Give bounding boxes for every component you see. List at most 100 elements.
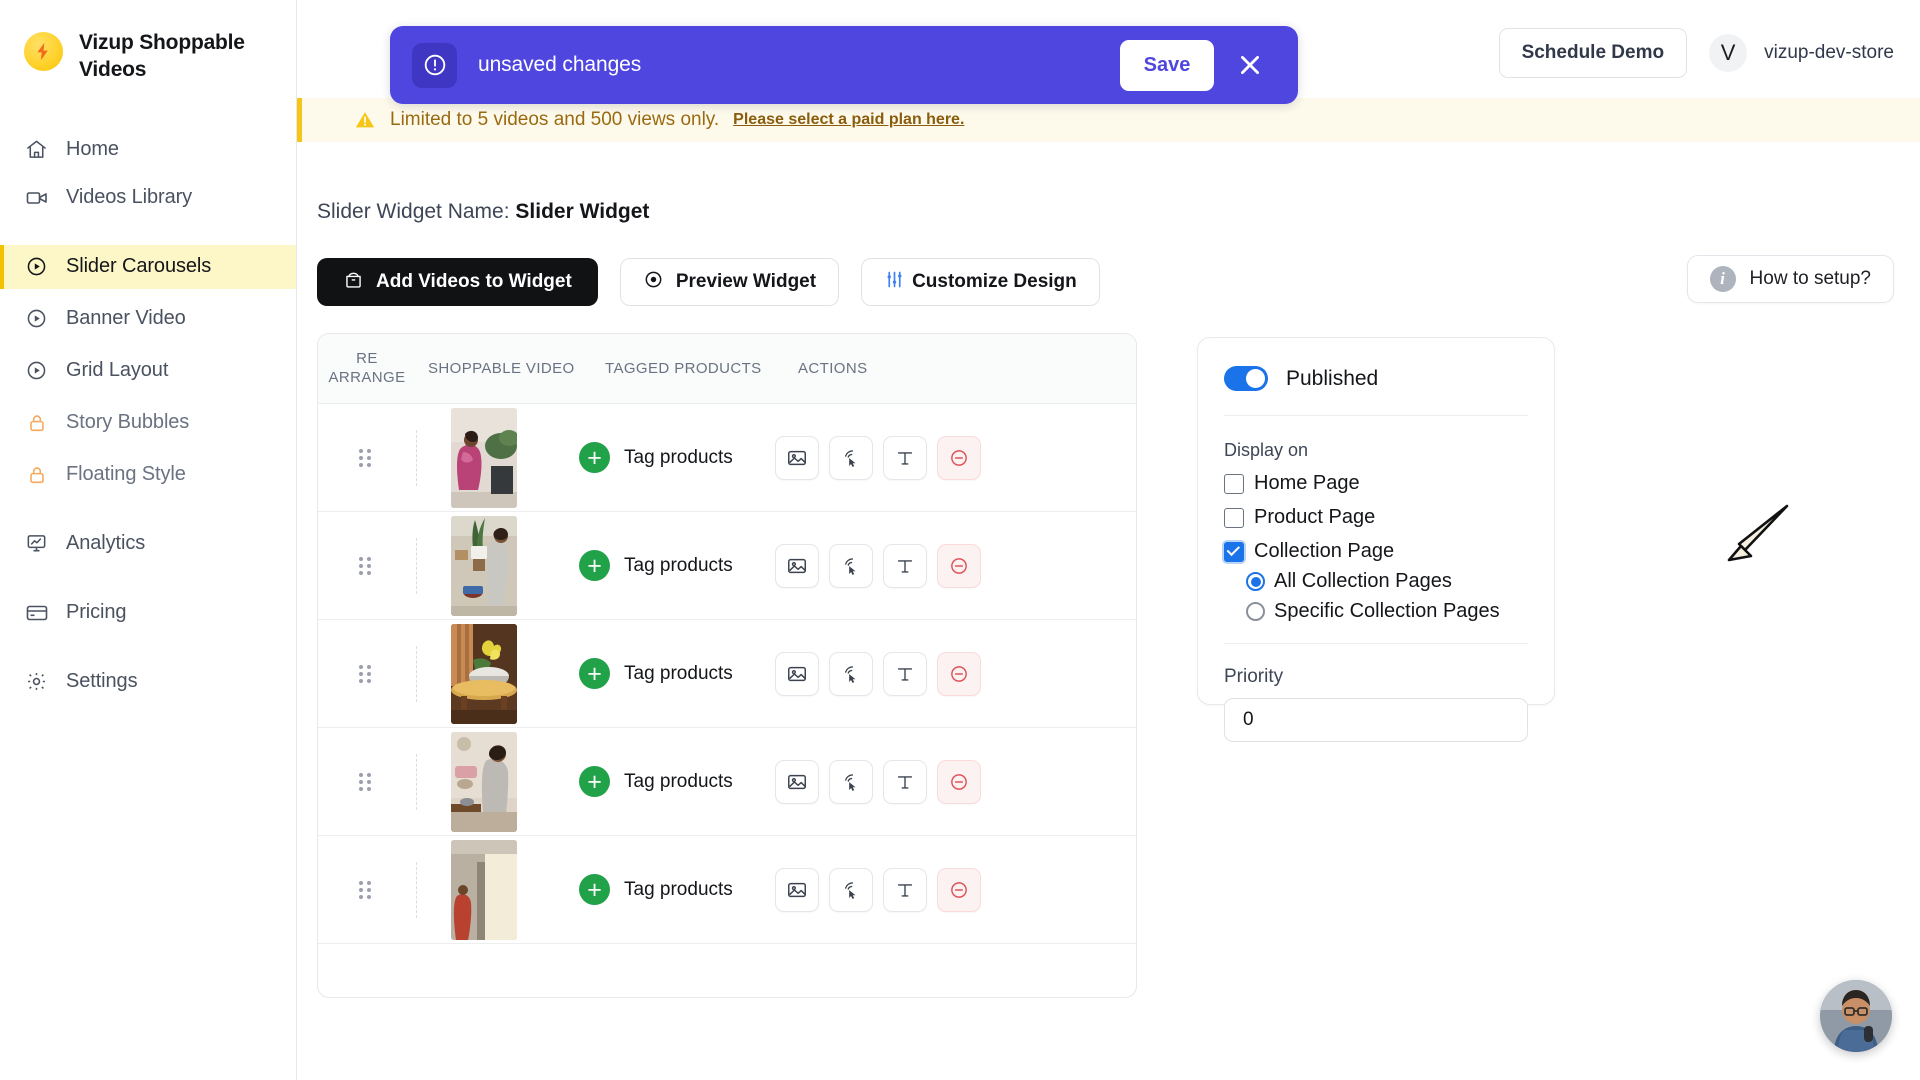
tag-products-cell[interactable]: Tag products (579, 442, 775, 473)
sidebar-item-floating-style[interactable]: Floating Style (0, 453, 296, 497)
drag-handle-icon[interactable] (318, 449, 416, 467)
tag-products-cell[interactable]: Tag products (579, 550, 775, 581)
schedule-demo-button[interactable]: Schedule Demo (1499, 28, 1688, 78)
row-actions (775, 544, 981, 588)
checkbox-icon[interactable] (1224, 508, 1244, 528)
plan-limit-notice: Limited to 5 videos and 500 views only. … (297, 98, 1920, 142)
support-chat-button[interactable] (1820, 980, 1892, 1052)
drag-handle-icon[interactable] (318, 773, 416, 791)
page-title: Slider Widget Name: Slider Widget (317, 200, 649, 224)
image-icon[interactable] (775, 652, 819, 696)
sidebar-item-settings[interactable]: Settings (0, 660, 296, 704)
add-videos-to-widget-button[interactable]: Add Videos to Widget (317, 258, 598, 306)
text-icon[interactable] (883, 760, 927, 804)
remove-icon[interactable] (937, 868, 981, 912)
shoppable-videos-table: RE ARRANGE SHOPPABLE VIDEO TAGGED PRODUC… (317, 333, 1137, 998)
published-toggle-row[interactable]: Published (1224, 366, 1528, 391)
image-icon[interactable] (775, 544, 819, 588)
sidebar-item-label: Banner Video (66, 307, 186, 330)
sidebar-item-slider-carousels[interactable]: Slider Carousels (0, 245, 296, 289)
sidebar-item-label: Floating Style (66, 463, 186, 486)
tag-products-label: Tag products (624, 879, 733, 901)
sidebar-item-home[interactable]: Home (0, 128, 296, 172)
checkbox-checked-icon[interactable] (1224, 542, 1244, 562)
plus-icon (579, 550, 610, 581)
sliders-icon (884, 269, 905, 296)
remove-icon[interactable] (937, 544, 981, 588)
brand[interactable]: Vizup Shoppable Videos (0, 30, 296, 84)
divider (1224, 415, 1528, 416)
row-divider (416, 538, 417, 594)
image-icon[interactable] (775, 868, 819, 912)
image-icon[interactable] (775, 760, 819, 804)
radio-label: All Collection Pages (1274, 570, 1452, 593)
video-thumbnail-cell[interactable] (451, 624, 579, 724)
checkbox-home-page[interactable]: Home Page (1224, 472, 1528, 495)
sidebar-item-pricing[interactable]: Pricing (0, 591, 296, 635)
published-toggle[interactable] (1224, 366, 1268, 391)
drag-handle-icon[interactable] (318, 665, 416, 683)
credit-card-icon (24, 600, 49, 625)
divider (1224, 643, 1528, 644)
column-header-rearrange: RE ARRANGE (318, 350, 416, 388)
tap-cursor-icon[interactable] (829, 760, 873, 804)
row-actions (775, 760, 981, 804)
checkbox-icon[interactable] (1224, 474, 1244, 494)
checkbox-collection-page[interactable]: Collection Page (1224, 540, 1528, 563)
video-thumbnail-cell[interactable] (451, 516, 579, 616)
video-thumbnail-yellow-flower-bowl-table[interactable] (451, 624, 517, 724)
widget-actions-toolbar: Add Videos to Widget Preview Widget Cust… (317, 258, 1100, 306)
store-account-chip[interactable]: V vizup-dev-store (1709, 34, 1894, 72)
table-row: Tag products (318, 836, 1136, 944)
annotation-arrow-icon (1715, 500, 1793, 583)
remove-icon[interactable] (937, 436, 981, 480)
support-agent-avatar (1820, 980, 1892, 1052)
sidebar-item-grid-layout[interactable]: Grid Layout (0, 349, 296, 393)
remove-icon[interactable] (937, 760, 981, 804)
tap-cursor-icon[interactable] (829, 652, 873, 696)
sidebar: Vizup Shoppable Videos Home Videos Libra… (0, 0, 297, 1080)
column-header-tagged-products: TAGGED PRODUCTS (601, 360, 794, 377)
save-button[interactable]: Save (1120, 40, 1214, 91)
remove-icon[interactable] (937, 652, 981, 696)
tag-products-cell[interactable]: Tag products (579, 658, 775, 689)
sidebar-item-videos-library[interactable]: Videos Library (0, 176, 296, 220)
sidebar-item-label: Analytics (66, 532, 145, 555)
video-thumbnail-cell[interactable] (451, 732, 579, 832)
drag-handle-icon[interactable] (318, 557, 416, 575)
image-icon[interactable] (775, 436, 819, 480)
plan-limit-text: Limited to 5 videos and 500 views only. (390, 109, 719, 131)
video-thumbnail-cell[interactable] (451, 408, 579, 508)
priority-input[interactable] (1224, 698, 1528, 742)
radio-specific-collection-pages[interactable]: Specific Collection Pages (1246, 600, 1528, 623)
tag-products-cell[interactable]: Tag products (579, 874, 775, 905)
text-icon[interactable] (883, 544, 927, 588)
priority-label: Priority (1224, 666, 1528, 688)
video-thumbnail-woman-watering-plants[interactable] (451, 516, 517, 616)
tap-cursor-icon[interactable] (829, 436, 873, 480)
tap-cursor-icon[interactable] (829, 868, 873, 912)
video-camera-icon (24, 185, 49, 210)
video-thumbnail-woman-pink-dress-plant[interactable] (451, 408, 517, 508)
video-thumbnail-cell[interactable] (451, 840, 579, 940)
checkbox-product-page[interactable]: Product Page (1224, 506, 1528, 529)
text-icon[interactable] (883, 436, 927, 480)
sidebar-item-story-bubbles[interactable]: Story Bubbles (0, 401, 296, 445)
close-icon[interactable] (1224, 39, 1276, 91)
select-paid-plan-link[interactable]: Please select a paid plan here. (733, 111, 964, 129)
radio-all-collection-pages[interactable]: All Collection Pages (1246, 570, 1528, 593)
video-thumbnail-room-doorway[interactable] (451, 840, 517, 940)
text-icon[interactable] (883, 652, 927, 696)
radio-icon[interactable] (1246, 602, 1265, 621)
how-to-setup-button[interactable]: i How to setup? (1687, 255, 1894, 303)
video-thumbnail-woman-seated-decor[interactable] (451, 732, 517, 832)
sidebar-item-banner-video[interactable]: Banner Video (0, 297, 296, 341)
drag-handle-icon[interactable] (318, 881, 416, 899)
text-icon[interactable] (883, 868, 927, 912)
preview-widget-button[interactable]: Preview Widget (620, 258, 839, 306)
tag-products-cell[interactable]: Tag products (579, 766, 775, 797)
customize-design-button[interactable]: Customize Design (861, 258, 1100, 306)
radio-selected-icon[interactable] (1246, 572, 1265, 591)
tap-cursor-icon[interactable] (829, 544, 873, 588)
sidebar-item-analytics[interactable]: Analytics (0, 522, 296, 566)
